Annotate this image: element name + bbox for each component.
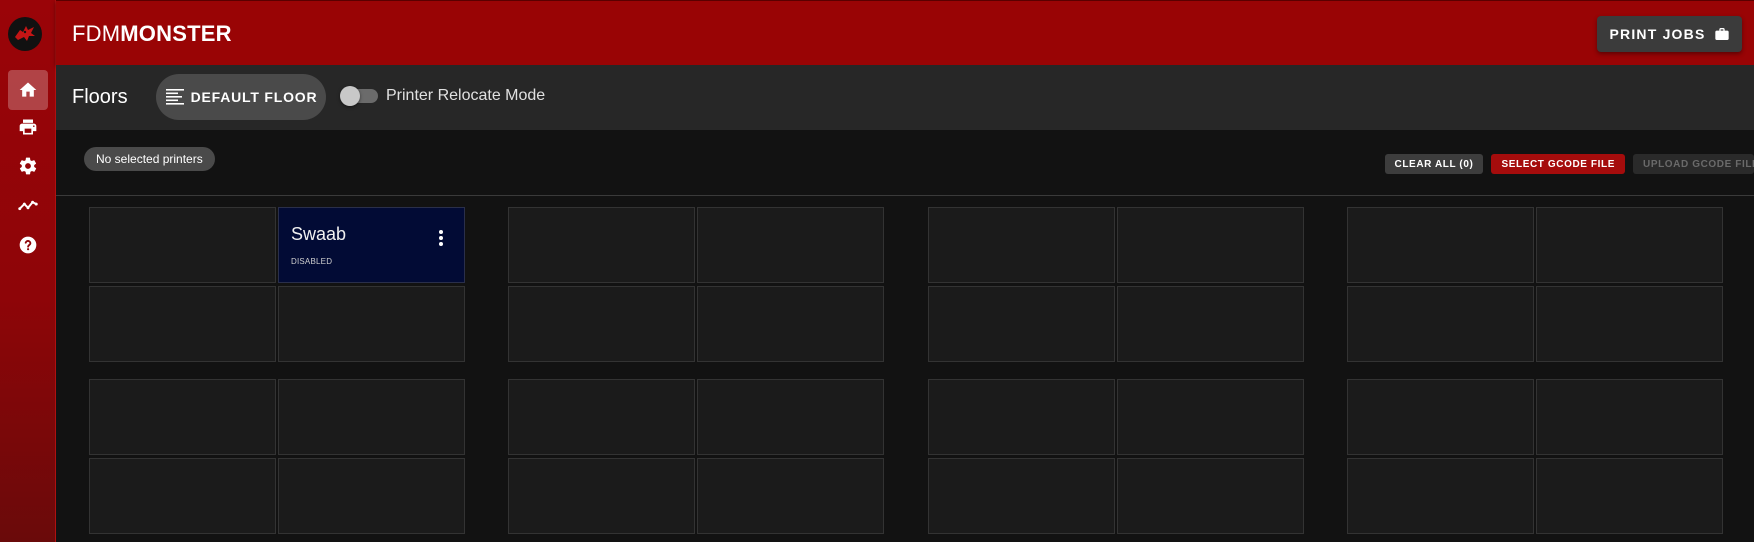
printer-name: Swaab [291,224,347,244]
printer-slot[interactable] [697,458,884,534]
printer-slot[interactable] [278,458,465,534]
briefcase-icon [1714,28,1729,40]
printer-icon [19,119,37,135]
printer-slot[interactable] [508,458,695,534]
brand-prefix: FDM [72,21,121,46]
printer-slot[interactable] [1347,458,1534,534]
printer-slot[interactable] [1536,379,1723,455]
printer-slot[interactable] [928,286,1115,362]
print-jobs-label: PRINT JOBS [1609,26,1706,42]
printer-slot[interactable] [1117,286,1304,362]
batch-actions: CLEAR ALL (0) SELECT GCODE FILE UPLOAD G… [1384,154,1754,174]
upload-gcode-button[interactable]: UPLOAD GCODE FILE [1633,154,1754,174]
floor-chip-label: DEFAULT FLOOR [190,89,318,105]
clear-all-button[interactable]: CLEAR ALL (0) [1384,154,1484,174]
sidebar-item-statistics[interactable] [8,185,48,225]
app-title[interactable]: FDMMONSTER [72,21,232,47]
more-vert-icon[interactable] [431,228,451,248]
printer-slot[interactable] [1536,207,1723,283]
sidebar [0,0,56,542]
printer-grid: Swaab DISABLED [56,197,1754,542]
printer-slot[interactable] [278,379,465,455]
printer-slot[interactable] [89,379,276,455]
floor-toolbar: Floors DEFAULT FLOOR Printer Relocate Mo… [56,65,1754,130]
printer-slot[interactable] [697,379,884,455]
sidebar-item-help[interactable] [8,225,48,265]
printer-slot[interactable] [1536,458,1723,534]
printer-slot[interactable] [1347,379,1534,455]
home-icon [19,82,37,97]
printer-slot[interactable] [1347,286,1534,362]
app-bar: FDMMONSTER PRINT JOBS [56,0,1754,65]
relocate-switch[interactable] [340,86,378,106]
print-jobs-button[interactable]: PRINT JOBS [1597,16,1742,52]
printer-slot[interactable] [1117,379,1304,455]
help-icon [19,236,37,254]
printer-slot[interactable] [89,286,276,362]
printer-status: DISABLED [291,257,333,266]
printer-slot[interactable] [697,207,884,283]
printer-slot[interactable] [508,286,695,362]
printer-slot[interactable] [1536,286,1723,362]
printer-slot[interactable] [89,207,276,283]
printer-slot[interactable] [508,379,695,455]
printer-slot[interactable] [278,286,465,362]
printer-slot[interactable] [1117,458,1304,534]
dragon-logo-icon[interactable] [8,17,42,51]
printer-tile[interactable]: Swaab DISABLED [278,207,465,283]
floor-chip-default[interactable]: DEFAULT FLOOR [156,74,326,120]
brand-suffix: MONSTER [120,21,232,46]
relocate-label: Printer Relocate Mode [386,87,546,104]
selection-toolbar: No selected printers CLEAR ALL (0) SELEC… [56,130,1754,196]
gear-icon [19,157,37,175]
printer-slot[interactable] [928,458,1115,534]
select-gcode-button[interactable]: SELECT GCODE FILE [1491,154,1625,174]
chart-line-icon [18,200,38,211]
printer-slot[interactable] [1347,207,1534,283]
relocate-mode-toggle[interactable]: Printer Relocate Mode [340,86,546,106]
selected-printers-chip[interactable]: No selected printers [84,147,215,171]
switch-knob [340,86,360,106]
printer-slot[interactable] [928,207,1115,283]
printer-slot[interactable] [89,458,276,534]
printer-slot[interactable] [928,379,1115,455]
sidebar-item-printers[interactable] [8,107,48,147]
printer-slot[interactable] [508,207,695,283]
sidebar-item-settings[interactable] [8,146,48,186]
printer-slot[interactable] [1117,207,1304,283]
printer-slot[interactable] [697,286,884,362]
sidebar-item-home[interactable] [8,70,48,110]
floors-title: Floors [72,86,128,108]
floor-list-icon [165,89,184,105]
